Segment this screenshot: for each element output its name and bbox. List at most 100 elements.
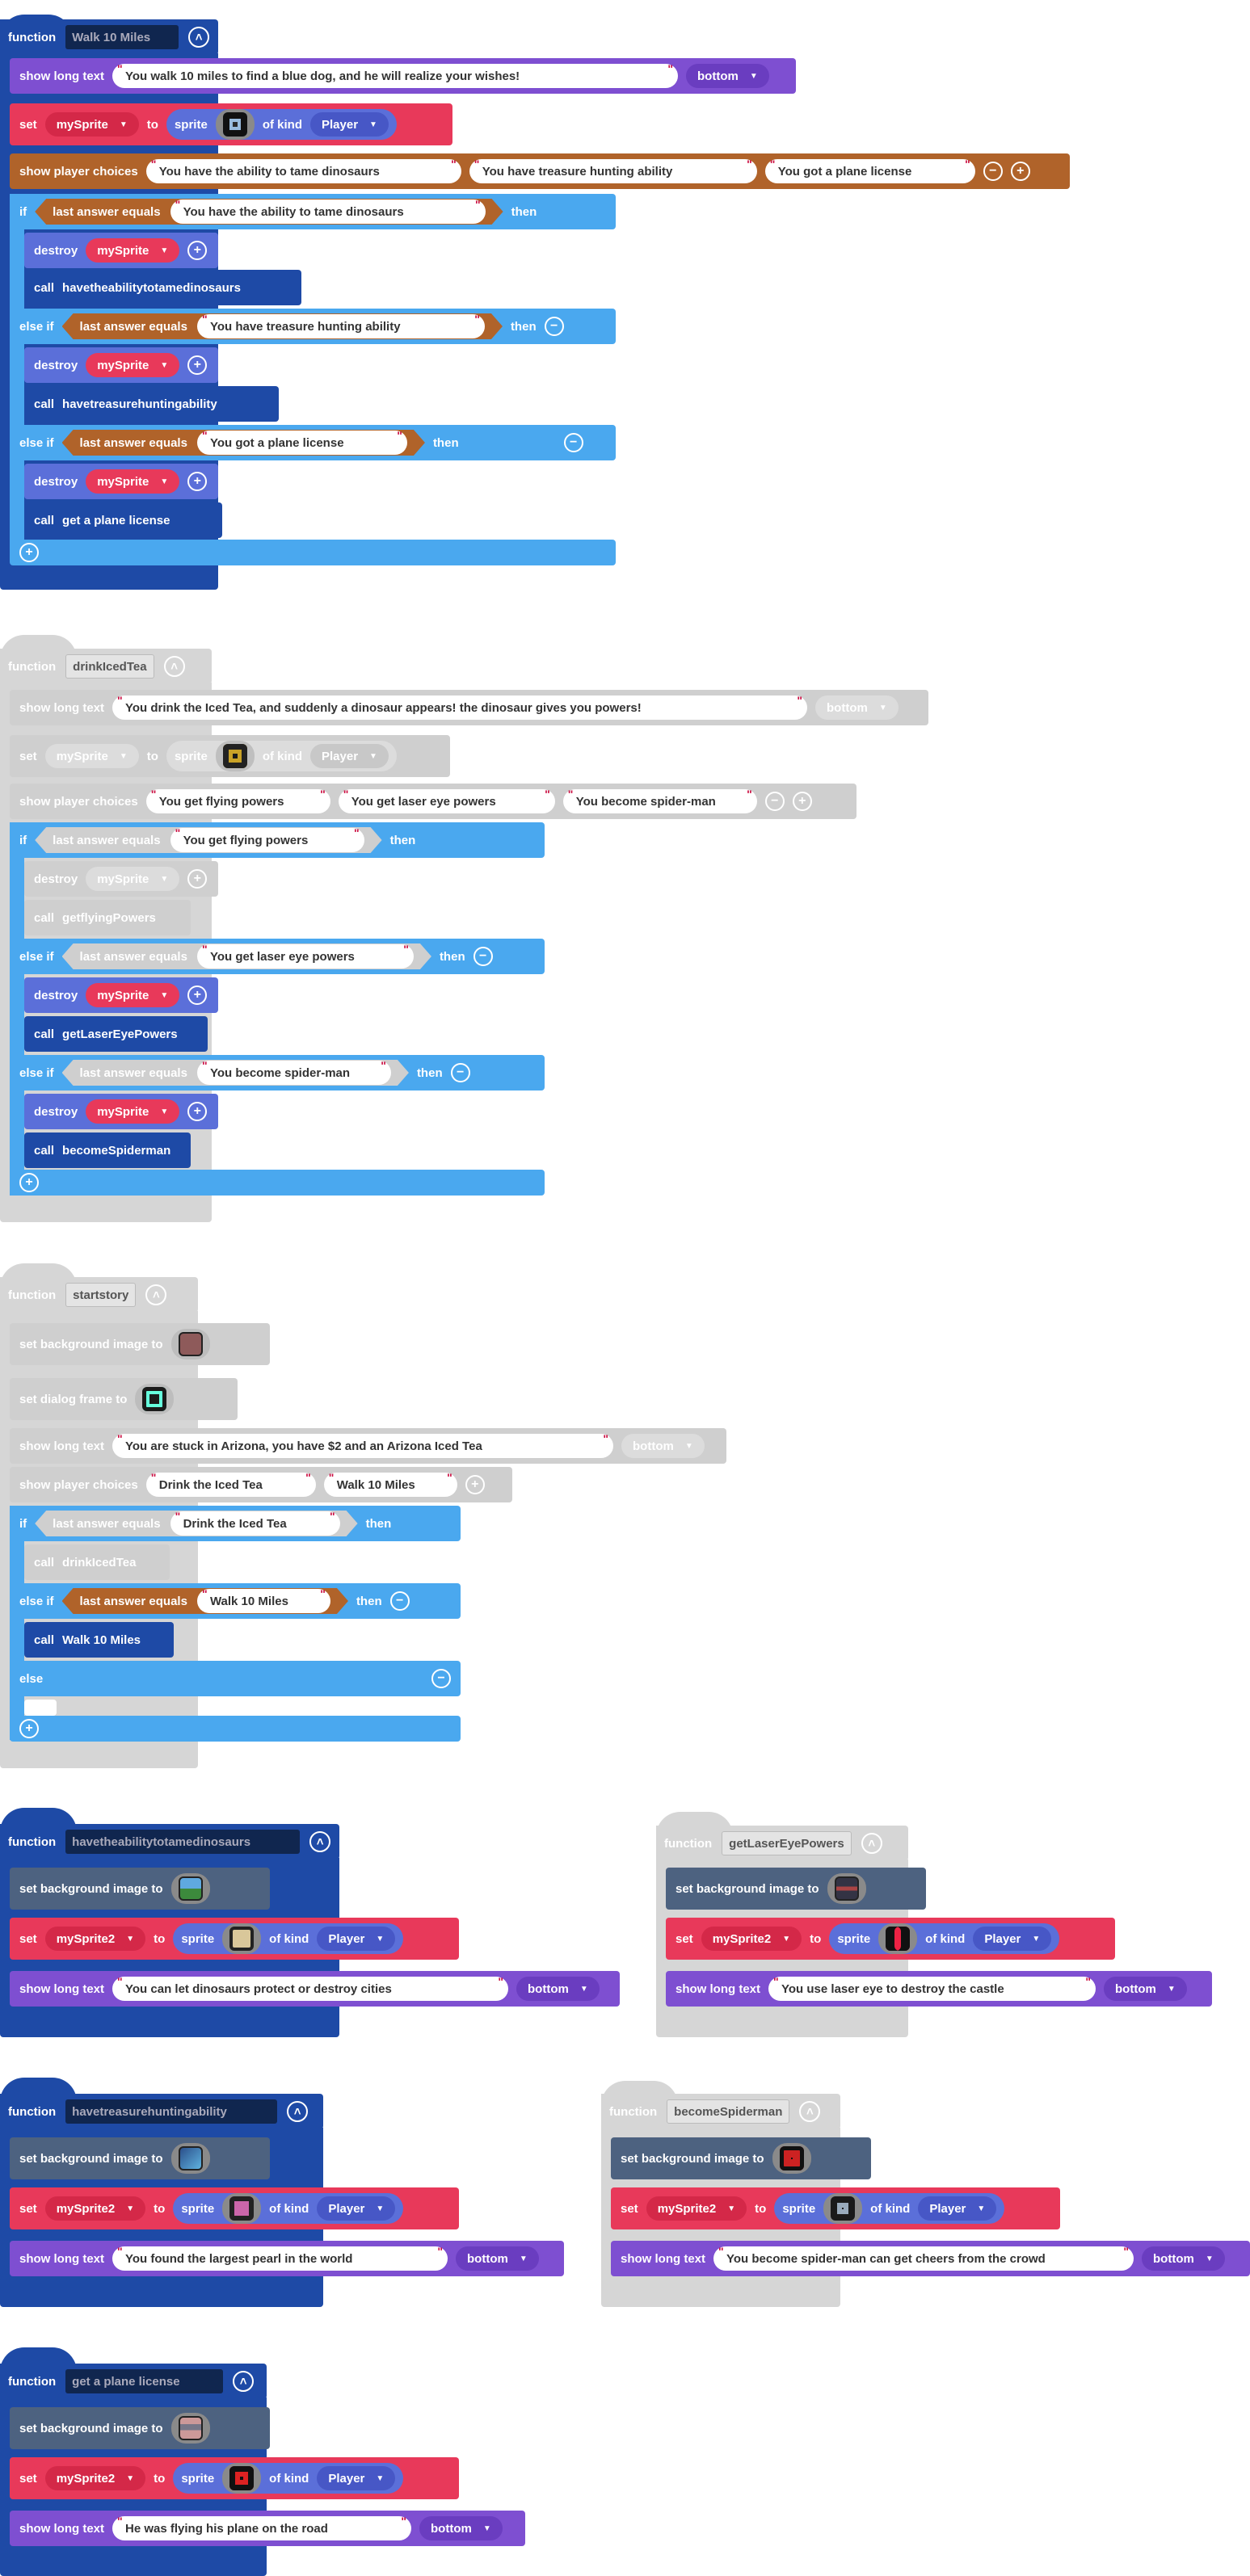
show-long-text-block[interactable]: show long text You use laser eye to dest…: [666, 1971, 1212, 2007]
position-dropdown[interactable]: bottom ▼: [1104, 1977, 1187, 2001]
function-name-field[interactable]: Walk 10 Miles: [65, 25, 179, 49]
if-header[interactable]: if last answer equalsDrink the Iced Tea …: [10, 1506, 461, 1541]
function-name-field[interactable]: havetheabilitytotamedinosaurs: [65, 1830, 301, 1854]
sprite-block[interactable]: sprite of kind Player ▼: [173, 2463, 404, 2494]
set-sprite-block[interactable]: set mySprite2 ▼ to sprite of kind Player ▼: [611, 2187, 1060, 2229]
variable-dropdown[interactable]: mySprite2 ▼: [44, 1927, 146, 1951]
sprite-image-picker[interactable]: [222, 2463, 262, 2494]
add-icon[interactable]: +: [187, 241, 208, 260]
condition-input[interactable]: You got a plane license: [197, 431, 407, 455]
sprite-image-picker[interactable]: [878, 1923, 918, 1954]
function-name-field[interactable]: havetreasurehuntingability: [65, 2099, 278, 2124]
function-header[interactable]: function startstory ˄: [0, 1277, 198, 1313]
variable-dropdown[interactable]: mySprite2 ▼: [701, 1927, 802, 1951]
kind-dropdown[interactable]: Player ▼: [317, 2196, 396, 2221]
show-long-text-block[interactable]: show long text He was flying his plane o…: [10, 2511, 525, 2546]
set-background-block[interactable]: set background image to: [10, 2137, 270, 2179]
set-sprite-block[interactable]: set mySprite2 ▼ to sprite of kind Player ▼: [10, 1918, 459, 1960]
show-player-choices-block[interactable]: show player choices Drink the Iced Tea W…: [10, 1467, 512, 1502]
add-icon[interactable]: +: [187, 1102, 208, 1121]
function-name-field[interactable]: drinkIcedTea: [65, 654, 154, 679]
call-block[interactable]: call drinkIcedTea: [24, 1544, 170, 1580]
choice-input[interactable]: Walk 10 Miles: [323, 1471, 457, 1497]
set-background-block[interactable]: set background image to: [611, 2137, 871, 2179]
variable-dropdown[interactable]: mySprite ▼: [86, 353, 180, 377]
if-footer[interactable]: +: [10, 1716, 461, 1742]
function-name-field[interactable]: get a plane license: [65, 2369, 224, 2393]
last-answer-condition[interactable]: last answer equals Drink the Iced Tea: [35, 1511, 357, 1536]
call-block[interactable]: call havetreasurehuntingability: [24, 386, 279, 422]
variable-dropdown[interactable]: mySprite ▼: [86, 867, 180, 891]
text-input[interactable]: He was flying his plane on the road: [112, 2515, 411, 2540]
add-icon[interactable]: +: [187, 355, 208, 375]
condition-input[interactable]: You become spider-man: [197, 1061, 391, 1085]
add-else-icon[interactable]: +: [19, 1173, 39, 1192]
variable-dropdown[interactable]: mySprite2 ▼: [44, 2466, 146, 2490]
collapse-icon[interactable]: ˄: [163, 656, 185, 677]
variable-dropdown[interactable]: mySprite ▼: [86, 238, 180, 263]
set-dialog-frame-block[interactable]: set dialog frame to: [10, 1378, 238, 1420]
set-sprite-block[interactable]: set mySprite2 ▼ to sprite of kind Player ▼: [666, 1918, 1115, 1960]
remove-icon[interactable]: −: [544, 317, 564, 336]
variable-dropdown[interactable]: mySprite ▼: [86, 983, 180, 1007]
set-background-block[interactable]: set background image to: [10, 1323, 270, 1365]
add-icon[interactable]: +: [187, 985, 208, 1005]
image-picker[interactable]: [170, 1329, 210, 1359]
choice-input[interactable]: You get laser eye powers: [338, 788, 555, 813]
call-block[interactable]: call havetheabilitytotamedinosaurs: [24, 270, 301, 305]
sprite-block[interactable]: sprite of kind Player ▼: [173, 2193, 404, 2224]
condition-input[interactable]: You have treasure hunting ability: [197, 314, 485, 338]
condition-input[interactable]: You get laser eye powers: [197, 944, 414, 969]
add-icon[interactable]: +: [187, 472, 208, 491]
call-block[interactable]: call becomeSpiderman: [24, 1133, 191, 1168]
call-block[interactable]: call getflyingPowers: [24, 900, 191, 935]
show-long-text-block[interactable]: show long text You become spider-man can…: [611, 2241, 1250, 2276]
add-else-icon[interactable]: +: [19, 543, 39, 562]
call-block[interactable]: call Walk 10 Miles: [24, 1622, 174, 1658]
last-answer-condition[interactable]: last answer equals You become spider-man: [62, 1060, 409, 1086]
variable-dropdown[interactable]: mySprite ▼: [86, 1099, 180, 1124]
call-block[interactable]: call getLaserEyePowers: [24, 1016, 208, 1052]
text-input[interactable]: You walk 10 miles to find a blue dog, an…: [112, 62, 678, 88]
variable-dropdown[interactable]: mySprite2 ▼: [44, 2196, 146, 2221]
position-dropdown[interactable]: bottom ▼: [516, 1977, 600, 2001]
choice-input[interactable]: You become spider-man: [562, 788, 757, 813]
add-else-icon[interactable]: +: [19, 1719, 39, 1738]
collapse-icon[interactable]: ˄: [799, 2101, 821, 2122]
last-answer-condition[interactable]: last answer equals You get flying powers: [35, 827, 381, 853]
choice-input[interactable]: You get flying powers: [145, 788, 330, 813]
set-sprite-block[interactable]: set mySprite2 ▼ to sprite of kind Player ▼: [10, 2457, 459, 2499]
show-long-text-block[interactable]: show long text You walk 10 miles to find…: [10, 58, 796, 94]
sprite-block[interactable]: sprite of kind Player ▼: [166, 109, 397, 140]
else-if-header[interactable]: else if last answer equals You get laser …: [10, 939, 545, 974]
sprite-image-picker[interactable]: [222, 2193, 262, 2224]
add-icon[interactable]: +: [187, 869, 208, 889]
sprite-block[interactable]: sprite of kind Player ▼: [829, 1923, 1060, 1954]
last-answer-condition[interactable]: last answer equals Walk 10 Miles: [62, 1588, 348, 1614]
collapse-icon[interactable]: ˄: [233, 2371, 255, 2392]
image-picker[interactable]: [170, 2413, 210, 2444]
kind-dropdown[interactable]: Player ▼: [317, 2466, 396, 2490]
choice-input[interactable]: Drink the Iced Tea: [145, 1471, 316, 1497]
condition-input[interactable]: Walk 10 Miles: [197, 1589, 330, 1613]
function-header[interactable]: function Walk 10 Miles ˄: [0, 19, 218, 55]
position-dropdown[interactable]: bottom ▼: [419, 2516, 503, 2540]
destroy-block[interactable]: destroy mySprite ▼ +: [24, 464, 218, 499]
condition-input[interactable]: You get flying powers: [170, 828, 364, 852]
position-dropdown[interactable]: bottom ▼: [621, 1434, 705, 1458]
sprite-block[interactable]: sprite of kind Player ▼: [166, 741, 397, 771]
if-header[interactable]: if last answer equals You get flying powe…: [10, 822, 545, 858]
collapse-icon[interactable]: ˄: [309, 1831, 331, 1852]
function-header[interactable]: function getLaserEyePowers ˄: [656, 1826, 908, 1861]
destroy-block[interactable]: destroy mySprite ▼ +: [24, 1094, 218, 1129]
function-header[interactable]: function havetheabilitytotamedinosaurs ˄: [0, 1824, 339, 1860]
image-picker[interactable]: [170, 2143, 210, 2174]
sprite-block[interactable]: sprite of kind Player ▼: [774, 2193, 1005, 2224]
text-input[interactable]: You are stuck in Arizona, you have $2 an…: [112, 1432, 613, 1458]
sprite-image-picker[interactable]: [823, 2193, 863, 2224]
variable-dropdown[interactable]: mySprite ▼: [44, 112, 139, 137]
else-header[interactable]: else −: [10, 1661, 461, 1696]
call-block[interactable]: call get a plane license: [24, 502, 222, 538]
collapse-icon[interactable]: ˄: [188, 27, 210, 48]
function-header[interactable]: function get a plane license ˄: [0, 2364, 267, 2399]
